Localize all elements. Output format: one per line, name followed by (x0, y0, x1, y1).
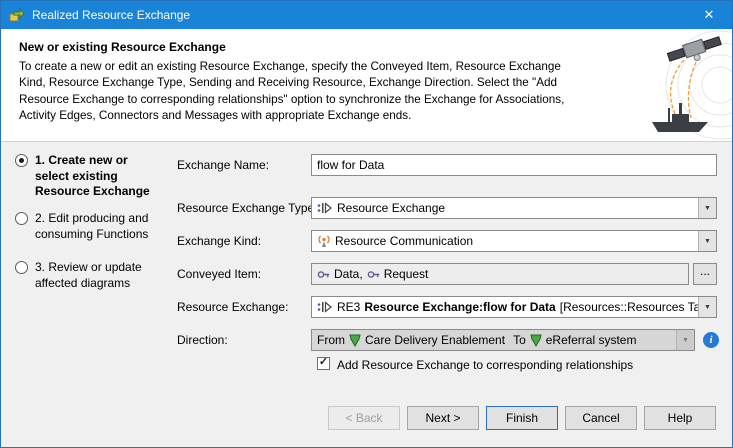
exchange-kind-label: Exchange Kind: (177, 234, 261, 248)
window-title: Realized Resource Exchange (32, 8, 190, 22)
direction-label: Direction: (177, 333, 228, 347)
exchange-kind-value: Resource Communication (335, 234, 473, 248)
chevron-down-icon: ▼ (704, 205, 711, 212)
exchange-kind-dropdown[interactable]: ▼ (698, 231, 716, 251)
resource-exchange-type-label: Resource Exchange Type: (177, 201, 318, 215)
direction-field[interactable]: From Care Delivery Enablement To eReferr… (311, 329, 695, 351)
resource-exchange-label: Resource Exchange: (177, 300, 288, 314)
resource-exchange-type-value: Resource Exchange (337, 201, 445, 215)
add-relationships-checkbox[interactable]: ✓ (317, 357, 330, 370)
back-button[interactable]: < Back (328, 406, 400, 430)
resource-exchange-name: Resource Exchange:flow for Data (364, 300, 555, 314)
checkmark-icon: ✓ (319, 357, 328, 368)
conveyed-item-label: Conveyed Item: (177, 267, 261, 281)
exchange-name-input[interactable] (311, 154, 717, 176)
wizard-header: New or existing Resource Exchange To cre… (1, 29, 733, 142)
step-3-review-diagrams[interactable]: 3. Review or update affected diagrams (15, 260, 159, 291)
header-title: New or existing Resource Exchange (19, 40, 226, 54)
step-3-label: 3. Review or update affected diagrams (35, 260, 159, 291)
conveyed-item-value-1: Data, (334, 267, 363, 281)
radio-step-2[interactable] (15, 212, 28, 225)
conveyed-data-icon (317, 268, 330, 281)
app-icon (9, 7, 25, 23)
resource-exchange-type-dropdown[interactable]: ▼ (698, 198, 716, 218)
direction-to-label: To (513, 333, 526, 347)
title-bar: Realized Resource Exchange ✕ (1, 1, 732, 29)
direction-dropdown-disabled: ▼ (676, 330, 694, 350)
header-description: To create a new or edit an existing Reso… (19, 59, 579, 125)
resource-exchange-path: [Resources::Resources Taxonom... (560, 300, 698, 314)
button-bar: < Back Next > Finish Cancel Help (328, 406, 716, 430)
radio-step-1[interactable] (15, 154, 28, 167)
chevron-down-icon: ▼ (704, 238, 711, 245)
next-button[interactable]: Next > (407, 406, 479, 430)
resource-exchange-port-icon (317, 301, 333, 313)
step-1-label: 1. Create new or select existing Resourc… (35, 153, 159, 200)
finish-button[interactable]: Finish (486, 406, 558, 430)
resource-exchange-dropdown[interactable]: ▼ (698, 297, 716, 317)
satellite-ship-illustration (624, 30, 732, 140)
exchange-name-label: Exchange Name: (177, 158, 269, 172)
step-2-label: 2. Edit producing and consuming Function… (35, 211, 159, 242)
direction-from-label: From (317, 333, 345, 347)
resource-exchange-port-icon (317, 202, 333, 214)
add-relationships-label: Add Resource Exchange to corresponding r… (337, 358, 633, 372)
resource-exchange-id: RE3 (337, 300, 360, 314)
step-1-create-or-select[interactable]: 1. Create new or select existing Resourc… (15, 153, 159, 200)
cancel-button[interactable]: Cancel (565, 406, 637, 430)
resource-exchange-combo[interactable]: RE3 Resource Exchange:flow for Data [Res… (311, 296, 717, 318)
close-button[interactable]: ✕ (686, 1, 732, 29)
realized-resource-exchange-dialog: Realized Resource Exchange ✕ New or exis… (0, 0, 733, 448)
radio-step-3[interactable] (15, 261, 28, 274)
step-2-edit-functions[interactable]: 2. Edit producing and consuming Function… (15, 211, 159, 242)
resource-exchange-type-combo[interactable]: Resource Exchange ▼ (311, 197, 717, 219)
conveyed-request-icon (367, 268, 380, 281)
close-icon: ✕ (704, 7, 715, 23)
direction-to-value: eReferral system (546, 333, 637, 347)
conveyed-item-field[interactable]: Data, Request (311, 263, 689, 285)
conveyed-item-browse-button[interactable]: ... (693, 263, 717, 285)
chevron-down-icon: ▼ (682, 337, 689, 344)
resource-performer-icon (530, 334, 542, 347)
direction-from-value: Care Delivery Enablement (365, 333, 505, 347)
conveyed-item-value-2: Request (384, 267, 429, 281)
chevron-down-icon: ▼ (704, 304, 711, 311)
resource-performer-icon (349, 334, 361, 347)
help-button[interactable]: Help (644, 406, 716, 430)
exchange-kind-combo[interactable]: Resource Communication ▼ (311, 230, 717, 252)
info-icon[interactable]: i (703, 332, 719, 348)
resource-communication-icon (317, 234, 331, 248)
